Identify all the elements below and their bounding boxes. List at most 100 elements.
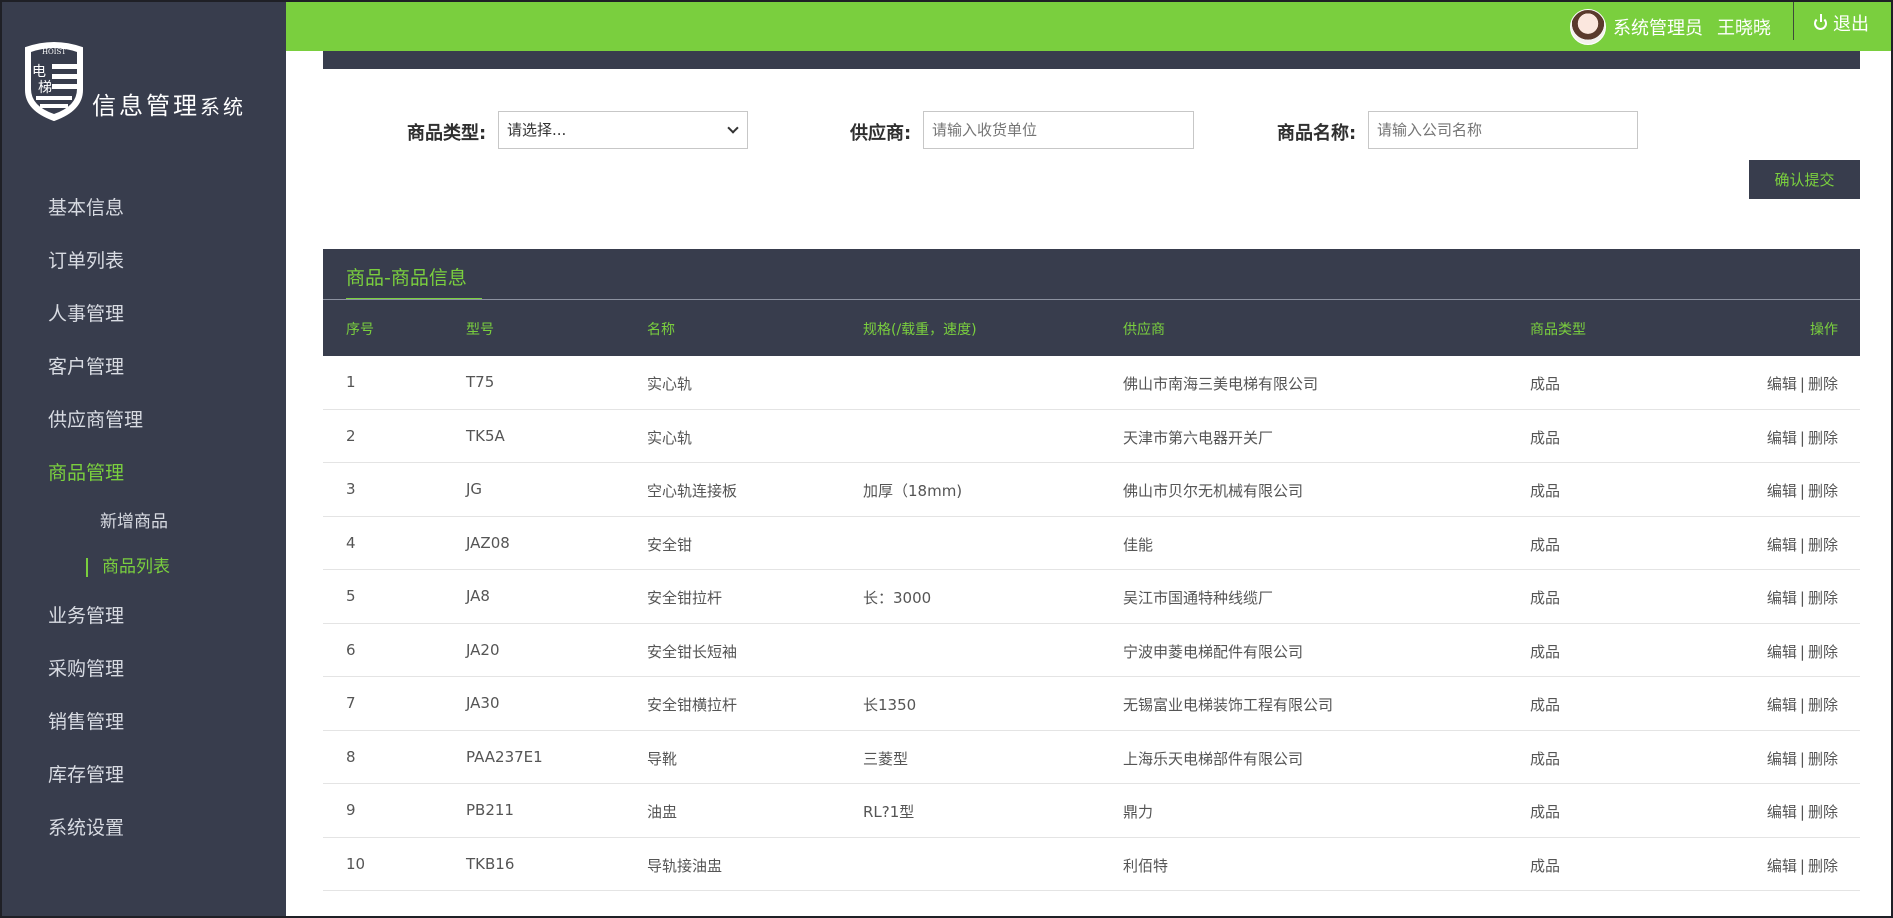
type-label: 商品类型: bbox=[407, 123, 487, 144]
cell-name: 导靴 bbox=[647, 749, 678, 768]
svg-text:电: 电 bbox=[32, 64, 46, 80]
submit-button[interactable]: 确认提交 bbox=[1749, 160, 1860, 199]
cell-model: T75 bbox=[466, 373, 495, 391]
cell-supplier: 佳能 bbox=[1123, 535, 1154, 554]
delete-link[interactable]: 删除 bbox=[1808, 750, 1838, 768]
edit-link[interactable]: 编辑 bbox=[1767, 857, 1797, 875]
edit-link[interactable]: 编辑 bbox=[1767, 482, 1797, 500]
cell-model: TK5A bbox=[466, 426, 505, 445]
edit-link[interactable]: 编辑 bbox=[1767, 589, 1797, 607]
sidebar-item-suppliers[interactable]: 供应商管理 bbox=[2, 394, 286, 447]
row-actions: 编辑 | 删除 bbox=[1767, 801, 1838, 822]
row-actions: 编辑 | 删除 bbox=[1767, 694, 1838, 715]
sidebar-item-hr[interactable]: 人事管理 bbox=[2, 288, 286, 341]
edit-link[interactable]: 编辑 bbox=[1767, 536, 1797, 554]
edit-link[interactable]: 编辑 bbox=[1767, 643, 1797, 661]
row-actions: 编辑 | 删除 bbox=[1767, 587, 1838, 608]
supplier-input[interactable] bbox=[923, 111, 1194, 149]
sidebar-item-basic-info[interactable]: 基本信息 bbox=[2, 182, 286, 235]
cell-type: 成品 bbox=[1530, 642, 1561, 661]
cell-model: JA8 bbox=[466, 587, 490, 605]
action-separator: | bbox=[1799, 749, 1805, 768]
edit-link[interactable]: 编辑 bbox=[1767, 696, 1797, 714]
user-name: 王晓晓 bbox=[1717, 17, 1771, 39]
cell-no: 3 bbox=[346, 480, 356, 498]
delete-link[interactable]: 删除 bbox=[1808, 429, 1838, 447]
delete-link[interactable]: 删除 bbox=[1808, 696, 1838, 714]
cell-model: PAA237E1 bbox=[466, 747, 543, 766]
row-actions: 编辑 | 删除 bbox=[1767, 855, 1838, 876]
edit-link[interactable]: 编辑 bbox=[1767, 429, 1797, 447]
row-actions: 编辑 | 删除 bbox=[1767, 373, 1838, 394]
column-header-actions: 操作 bbox=[1810, 322, 1838, 338]
cell-no: 1 bbox=[346, 373, 356, 391]
sidebar-item-order-list[interactable]: 订单列表 bbox=[2, 235, 286, 288]
sidebar-item-sales[interactable]: 销售管理 bbox=[2, 696, 286, 749]
cell-name: 安全钳横拉杆 bbox=[647, 696, 738, 714]
product-name-input[interactable] bbox=[1368, 111, 1638, 149]
svg-text:梯: 梯 bbox=[38, 80, 52, 96]
content-top-strip bbox=[323, 51, 1860, 69]
avatar[interactable] bbox=[1570, 8, 1606, 45]
delete-link[interactable]: 删除 bbox=[1808, 589, 1838, 607]
product-table-body: 1 T75 实心轨 佛山市南海三美电梯有限公司 成品 编辑 | 删除 2 TK5A 实心轨 天津市第六… bbox=[323, 356, 1860, 891]
table-row: 8 PAA237E1 导靴 三菱型 上海乐天电梯部件有限公司 成品 编辑 | 删除 bbox=[323, 731, 1860, 784]
cell-name: 安全钳 bbox=[647, 535, 693, 554]
cell-type: 成品 bbox=[1530, 482, 1561, 500]
sidebar-subitem-add-product[interactable]: 新增商品 bbox=[2, 500, 286, 545]
type-select-value: 请选择... bbox=[507, 121, 567, 139]
sidebar-item-products[interactable]: 商品管理 bbox=[2, 447, 286, 500]
app-logo[interactable]: HOIST 电 梯 信息管理系统 bbox=[22, 40, 272, 130]
delete-link[interactable]: 删除 bbox=[1808, 536, 1838, 554]
delete-link[interactable]: 删除 bbox=[1808, 375, 1838, 393]
chevron-down-icon bbox=[727, 122, 739, 134]
sidebar-item-settings[interactable]: 系统设置 bbox=[2, 802, 286, 855]
cell-no: 2 bbox=[346, 426, 356, 445]
cell-model: PB211 bbox=[466, 801, 514, 819]
sidebar-item-purchasing[interactable]: 采购管理 bbox=[2, 643, 286, 696]
cell-type: 成品 bbox=[1530, 803, 1561, 821]
sidebar-item-inventory[interactable]: 库存管理 bbox=[2, 749, 286, 802]
delete-link[interactable]: 删除 bbox=[1808, 857, 1838, 875]
cell-supplier: 天津市第六电器开关厂 bbox=[1123, 428, 1274, 447]
table-row: 3 JG 空心轨连接板 加厚（18mm) 佛山市贝尔无机械有限公司 成品 编辑 | 删除 bbox=[323, 463, 1860, 517]
sidebar-item-business[interactable]: 业务管理 bbox=[2, 590, 286, 643]
action-separator: | bbox=[1799, 535, 1805, 554]
sidebar-subitem-product-list[interactable]: 商品列表 bbox=[2, 545, 286, 590]
cell-name: 安全钳拉杆 bbox=[647, 589, 723, 607]
table-title: 商品-商品信息 bbox=[346, 267, 467, 289]
edit-link[interactable]: 编辑 bbox=[1767, 375, 1797, 393]
cell-model: JA30 bbox=[466, 694, 500, 712]
action-separator: | bbox=[1799, 856, 1805, 875]
type-select[interactable]: 请选择... bbox=[498, 111, 748, 149]
cell-supplier: 无锡富业电梯装饰工程有限公司 bbox=[1123, 696, 1334, 714]
cell-supplier: 宁波申菱电梯配件有限公司 bbox=[1123, 642, 1304, 661]
edit-link[interactable]: 编辑 bbox=[1767, 750, 1797, 768]
logout-button[interactable]: 退出 bbox=[1814, 2, 1869, 44]
cell-spec: 长1350 bbox=[863, 696, 917, 714]
table-row: 1 T75 实心轨 佛山市南海三美电梯有限公司 成品 编辑 | 删除 bbox=[323, 356, 1860, 410]
table-row: 5 JA8 安全钳拉杆 长：3000 吴江市国通特种线缆厂 成品 编辑 | 删除 bbox=[323, 570, 1860, 624]
column-header-model: 型号 bbox=[466, 322, 494, 338]
table-panel: 商品-商品信息 序号 型号 名称 规格(/载重，速度) 供应商 商品类型 操作 bbox=[323, 249, 1860, 356]
cell-type: 成品 bbox=[1530, 535, 1561, 554]
cell-name: 空心轨连接板 bbox=[647, 482, 738, 500]
row-actions: 编辑 | 删除 bbox=[1767, 480, 1838, 501]
cell-supplier: 吴江市国通特种线缆厂 bbox=[1123, 589, 1274, 607]
edit-link[interactable]: 编辑 bbox=[1767, 803, 1797, 821]
column-header-spec: 规格(/载重，速度) bbox=[863, 322, 977, 338]
action-separator: | bbox=[1799, 428, 1805, 447]
action-separator: | bbox=[1799, 589, 1805, 607]
sidebar-item-customers[interactable]: 客户管理 bbox=[2, 341, 286, 394]
user-role: 系统管理员 bbox=[1613, 17, 1703, 39]
cell-name: 实心轨 bbox=[647, 428, 693, 447]
cell-type: 成品 bbox=[1530, 696, 1561, 714]
table-row: 7 JA30 安全钳横拉杆 长1350 无锡富业电梯装饰工程有限公司 成品 编辑 | 删除 bbox=[323, 677, 1860, 731]
delete-link[interactable]: 删除 bbox=[1808, 482, 1838, 500]
delete-link[interactable]: 删除 bbox=[1808, 803, 1838, 821]
cell-type: 成品 bbox=[1530, 749, 1561, 768]
table-row: 6 JA20 安全钳长短袖 宁波申菱电梯配件有限公司 成品 编辑 | 删除 bbox=[323, 624, 1860, 677]
user-info[interactable]: 系统管理员 王晓晓 bbox=[1570, 2, 1771, 51]
top-bar: 系统管理员 王晓晓 退出 bbox=[286, 2, 1891, 51]
delete-link[interactable]: 删除 bbox=[1808, 643, 1838, 661]
